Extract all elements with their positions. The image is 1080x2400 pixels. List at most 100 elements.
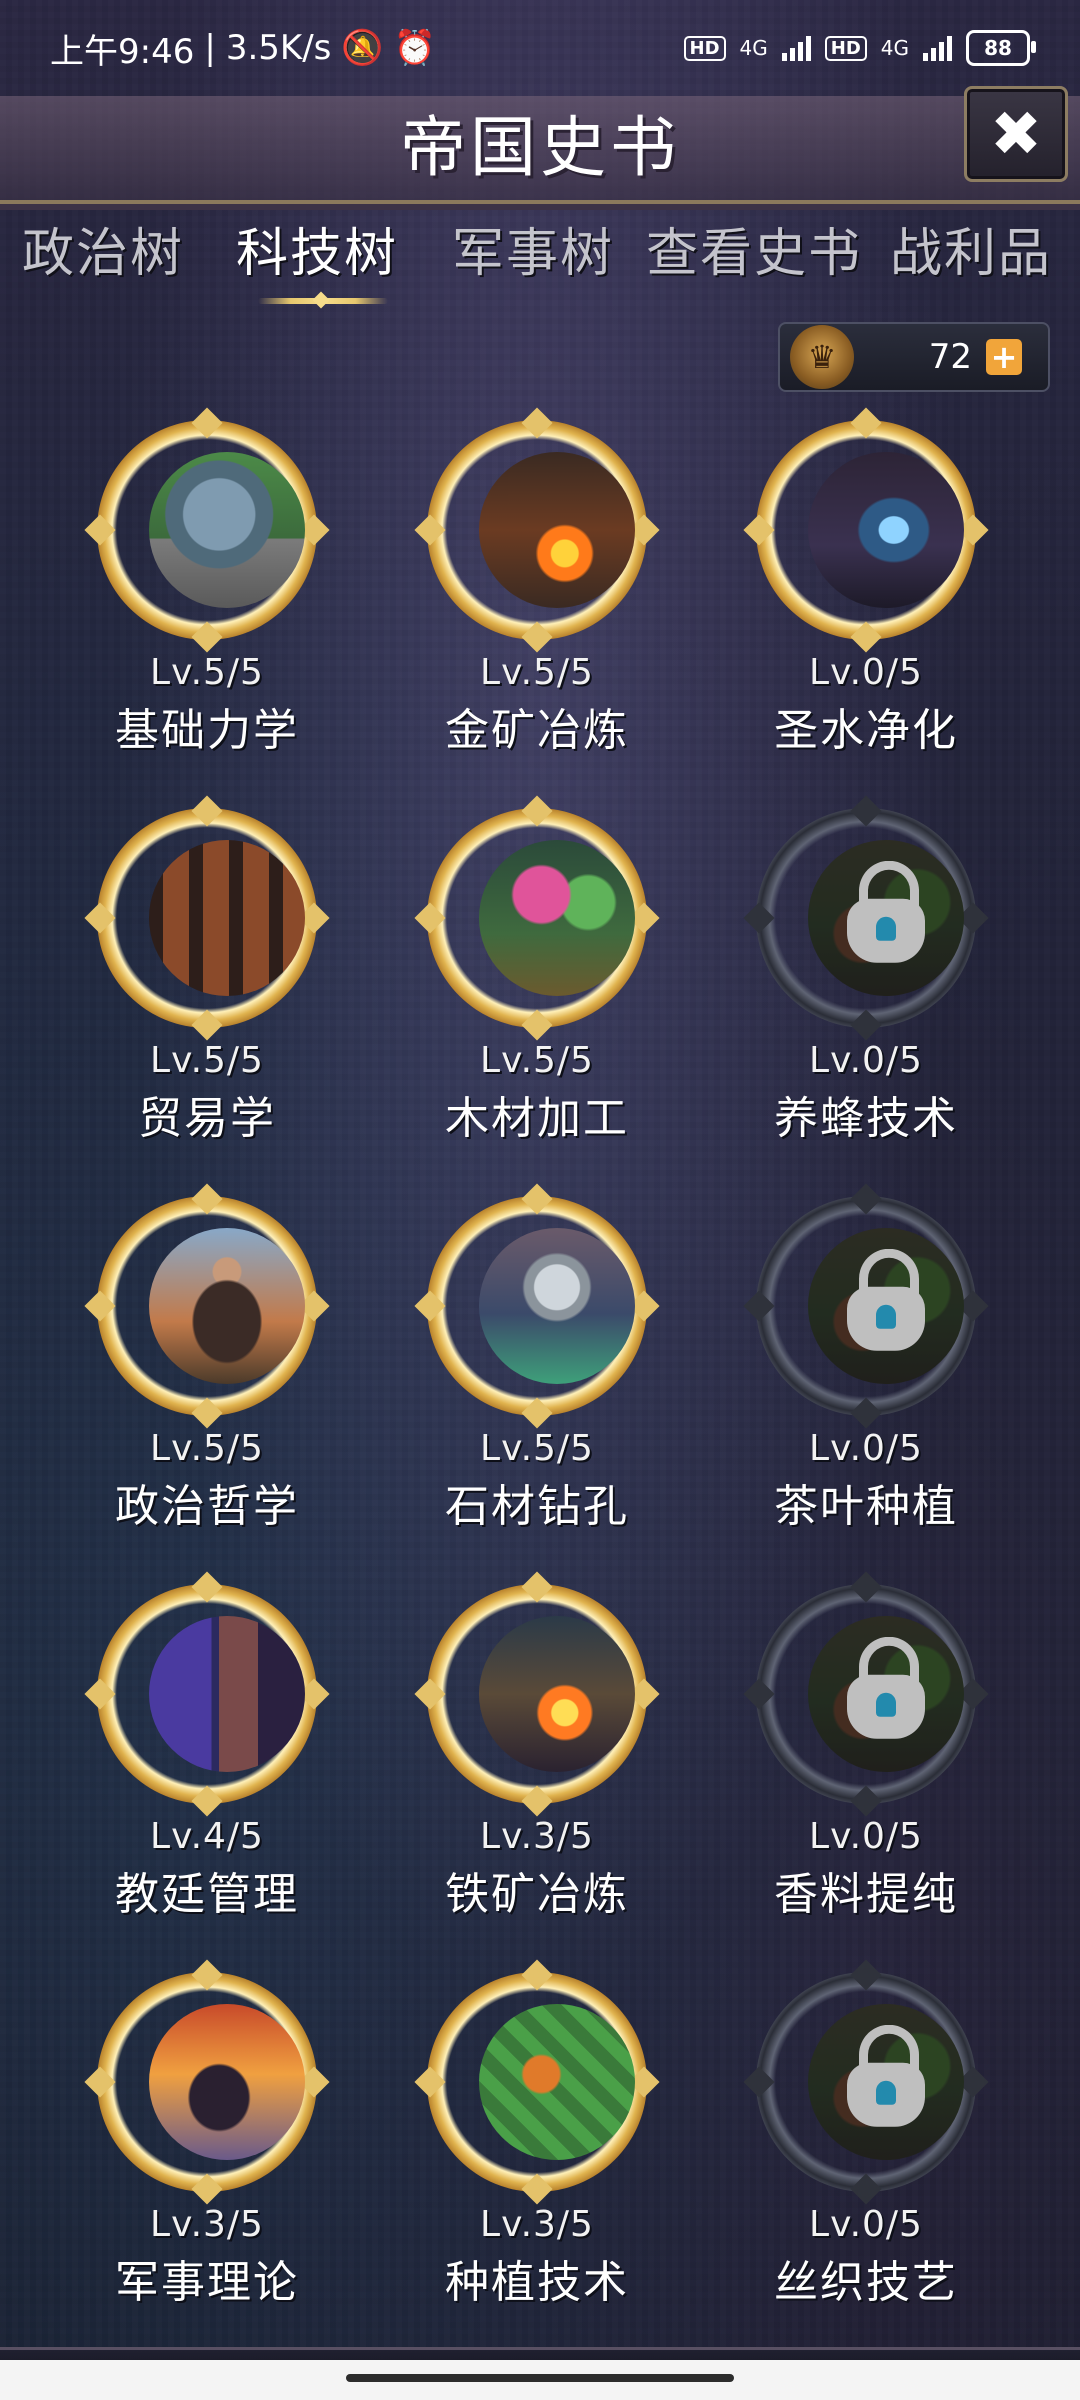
frame-ornament bbox=[850, 2173, 882, 2205]
tech-portrait bbox=[149, 452, 305, 608]
tech-node[interactable]: Lv.0/5 香料提纯 bbox=[736, 1571, 996, 1920]
frame-ornament bbox=[84, 1678, 116, 1710]
lock-icon bbox=[847, 860, 925, 963]
tech-name: 香料提纯 bbox=[774, 1869, 958, 1920]
close-button[interactable]: ✖ bbox=[964, 86, 1068, 182]
active-tab-indicator bbox=[258, 298, 388, 304]
tech-node[interactable]: Lv.3/5 种植技术 bbox=[407, 1959, 667, 2308]
tech-node[interactable]: Lv.0/5 茶叶种植 bbox=[736, 1183, 996, 1532]
tech-level: Lv.5/5 bbox=[480, 652, 594, 693]
tech-node[interactable]: Lv.0/5 丝织技艺 bbox=[736, 1959, 996, 2308]
tab-technology[interactable]: 科技树 bbox=[236, 214, 398, 294]
tech-icon-frame bbox=[414, 795, 660, 1041]
imperial-emblem-icon: ♛ bbox=[790, 325, 854, 389]
tech-name: 军事理论 bbox=[115, 2257, 299, 2308]
locked-tech-frame bbox=[743, 1183, 989, 1429]
tech-node[interactable]: Lv.4/5 教廷管理 bbox=[77, 1571, 337, 1920]
frame-ornament bbox=[84, 902, 116, 934]
frame-ornament bbox=[414, 1678, 446, 1710]
frame-ornament bbox=[850, 1397, 882, 1429]
status-bar: 上午9:46 | 3.5K/s 🔕 ⏰ HD 4G HD 4G 88 bbox=[0, 0, 1080, 96]
frame-ornament bbox=[743, 2066, 775, 2098]
tab-loot[interactable]: 战利品 bbox=[890, 214, 1052, 294]
frame-ornament bbox=[521, 621, 553, 653]
status-time: 上午9:46 bbox=[50, 31, 195, 72]
tech-level: Lv.4/5 bbox=[150, 1816, 264, 1857]
frame-ornament bbox=[84, 2066, 116, 2098]
lock-icon bbox=[847, 1636, 925, 1739]
frame-ornament bbox=[414, 1290, 446, 1322]
tech-level: Lv.5/5 bbox=[480, 1428, 594, 1469]
tech-icon-frame bbox=[414, 407, 660, 653]
tech-name: 铁矿冶炼 bbox=[445, 1869, 629, 1920]
tech-portrait bbox=[149, 2004, 305, 2160]
tech-node[interactable]: Lv.3/5 军事理论 bbox=[77, 1959, 337, 2308]
network-label-2: 4G bbox=[880, 36, 909, 60]
tech-name: 木材加工 bbox=[445, 1093, 629, 1144]
frame-ornament bbox=[850, 1009, 882, 1041]
add-currency-button[interactable]: + bbox=[986, 339, 1022, 375]
tech-icon-frame bbox=[84, 1571, 330, 1817]
tech-icon-frame bbox=[84, 1959, 330, 2205]
tech-portrait bbox=[149, 840, 305, 996]
tech-level: Lv.0/5 bbox=[809, 1428, 923, 1469]
frame-ornament bbox=[850, 1785, 882, 1817]
frame-ornament bbox=[521, 1009, 553, 1041]
locked-tech-frame bbox=[743, 795, 989, 1041]
status-separator: | bbox=[204, 28, 216, 68]
tech-name: 圣水净化 bbox=[774, 705, 958, 756]
tech-node[interactable]: Lv.5/5 政治哲学 bbox=[77, 1183, 337, 1532]
tech-level: Lv.5/5 bbox=[150, 652, 264, 693]
tech-node[interactable]: Lv.5/5 贸易学 bbox=[77, 795, 337, 1144]
tech-name: 丝织技艺 bbox=[774, 2257, 958, 2308]
tech-name: 政治哲学 bbox=[115, 1481, 299, 1532]
tech-name: 教廷管理 bbox=[115, 1869, 299, 1920]
battery-icon: 88 bbox=[966, 30, 1036, 66]
frame-ornament bbox=[521, 1785, 553, 1817]
frame-ornament bbox=[191, 2173, 223, 2205]
frame-ornament bbox=[84, 1290, 116, 1322]
tech-node[interactable]: Lv.5/5 金矿冶炼 bbox=[407, 407, 667, 756]
battery-level: 88 bbox=[984, 36, 1012, 60]
home-indicator[interactable] bbox=[346, 2374, 734, 2382]
tech-level: Lv.0/5 bbox=[809, 2204, 923, 2245]
tech-portrait bbox=[149, 1228, 305, 1384]
tech-portrait bbox=[479, 452, 635, 608]
tech-level: Lv.0/5 bbox=[809, 1040, 923, 1081]
frame-ornament bbox=[191, 1009, 223, 1041]
tech-node[interactable]: Lv.3/5 铁矿冶炼 bbox=[407, 1571, 667, 1920]
frame-ornament bbox=[743, 1678, 775, 1710]
tech-level: Lv.5/5 bbox=[150, 1040, 264, 1081]
tech-node[interactable]: Lv.5/5 石材钻孔 bbox=[407, 1183, 667, 1532]
tech-node[interactable]: Lv.5/5 基础力学 bbox=[77, 407, 337, 756]
tech-node[interactable]: Lv.5/5 木材加工 bbox=[407, 795, 667, 1144]
frame-ornament bbox=[84, 514, 116, 546]
tab-politics[interactable]: 政治树 bbox=[22, 214, 184, 294]
tech-icon-frame bbox=[414, 1571, 660, 1817]
frame-ornament bbox=[521, 1397, 553, 1429]
alarm-icon: ⏰ bbox=[393, 28, 437, 68]
network-label: 4G bbox=[739, 36, 768, 60]
frame-ornament bbox=[414, 902, 446, 934]
tech-name: 贸易学 bbox=[138, 1093, 276, 1144]
tech-node[interactable]: Lv.0/5 圣水净化 bbox=[736, 407, 996, 756]
frame-ornament bbox=[521, 2173, 553, 2205]
page-title: 帝国史书 bbox=[400, 109, 680, 186]
signal-icon bbox=[781, 35, 811, 61]
tech-portrait bbox=[808, 2004, 964, 2160]
tech-name: 种植技术 bbox=[445, 2257, 629, 2308]
frame-ornament bbox=[414, 514, 446, 546]
tech-level: Lv.3/5 bbox=[150, 2204, 264, 2245]
tab-history-book[interactable]: 查看史书 bbox=[646, 214, 862, 294]
lock-icon bbox=[847, 1248, 925, 1351]
tech-portrait bbox=[479, 840, 635, 996]
tech-node[interactable]: Lv.0/5 养蜂技术 bbox=[736, 795, 996, 1144]
tab-military[interactable]: 军事树 bbox=[452, 214, 614, 294]
mute-icon: 🔕 bbox=[341, 28, 384, 68]
tech-icon-frame bbox=[84, 795, 330, 1041]
tech-level: Lv.5/5 bbox=[150, 1428, 264, 1469]
currency-panel: ♛ 72 + bbox=[778, 322, 1050, 392]
status-speed: 3.5K/s bbox=[225, 28, 332, 68]
tech-portrait bbox=[479, 1616, 635, 1772]
signal-icon-2 bbox=[923, 35, 952, 61]
